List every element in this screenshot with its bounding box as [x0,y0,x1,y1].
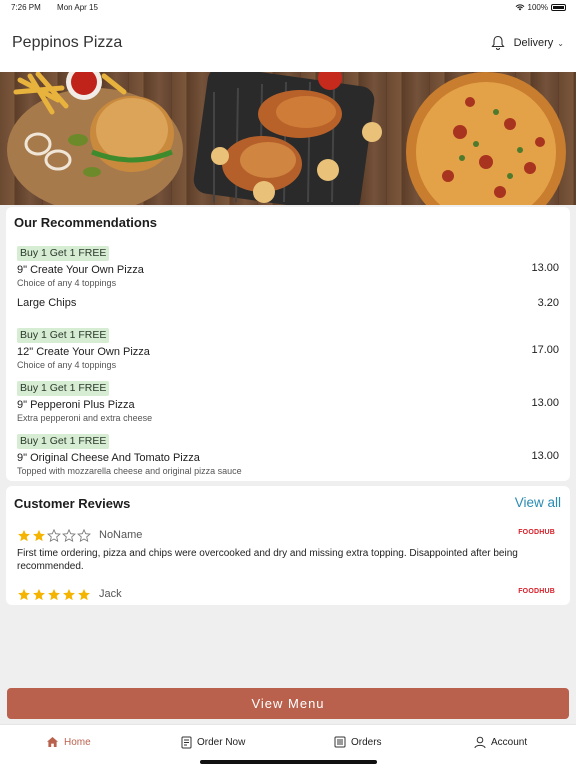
item-price: 3.20 [537,297,559,309]
item-name: 9" Create Your Own Pizza [17,264,144,276]
star-empty-icon [62,528,76,542]
bell-icon[interactable] [490,35,505,51]
review-header: Jack [17,586,559,602]
home-icon [47,737,58,747]
item-description: Choice of any 4 toppings [17,278,117,288]
star-filled-icon [18,529,30,541]
chevron-down-icon: ⌄ [557,38,564,48]
star-rating [17,528,91,542]
item-description: Extra pepperoni and extra cheese [17,413,153,423]
star-empty-icon [77,528,91,542]
item-price: 13.00 [531,262,559,274]
recommendation-item[interactable]: Buy 1 Get 1 FREE 9" Original Cheese And … [17,431,559,477]
recommendations-card: Our Recommendations Buy 1 Get 1 FREE 9" … [6,207,570,481]
delivery-label: Delivery [513,37,554,49]
customer-reviews-card: Customer Reviews View all NoName FOODHUB… [6,486,570,605]
item-name: 9" Original Cheese And Tomato Pizza [17,452,200,464]
food-banner-image [7,72,566,205]
item-price: 13.00 [531,450,559,462]
view-menu-button[interactable]: View Menu [7,688,569,719]
restaurant-title: Peppinos Pizza [12,34,123,51]
star-filled-icon [48,588,60,600]
review-item: NoName FOODHUB First time ordering, pizz… [17,527,559,573]
offer-badge: Buy 1 Get 1 FREE [17,328,110,343]
header-actions: Delivery ⌄ [490,35,564,51]
tab-label: Account [491,737,528,748]
recommendation-item[interactable]: Large Chips 3.20 [17,294,559,310]
star-filled-icon [33,529,45,541]
item-price: 13.00 [531,397,559,409]
star-filled-icon [18,588,30,600]
tab-orders[interactable]: Orders [334,736,382,748]
star-rating [17,588,91,601]
item-name: 9" Pepperoni Plus Pizza [17,399,135,411]
battery-icon [551,3,566,11]
view-all-reviews-link[interactable]: View all [515,495,561,510]
account-icon [474,736,486,749]
tab-label: Orders [351,736,382,748]
item-price: 17.00 [531,344,559,356]
status-bar: 7:26 PM Mon Apr 15 100% [0,0,576,14]
tab-order-now[interactable]: Order Now [181,736,245,749]
review-header: NoName [17,527,559,543]
offer-badge: Buy 1 Get 1 FREE [17,434,110,449]
status-date: Mon Apr 15 [57,2,98,12]
reviewer-name: NoName [99,529,143,541]
recommendation-item[interactable]: Buy 1 Get 1 FREE 12" Create Your Own Piz… [17,325,559,371]
reviewer-name: Jack [99,588,122,600]
battery-percent: 100% [527,2,548,12]
review-text: First time ordering, pizza and chips wer… [17,548,518,572]
review-item: Jack FOODHUB [17,586,559,602]
offer-badge: Buy 1 Get 1 FREE [17,381,110,396]
item-name: 12" Create Your Own Pizza [17,346,150,358]
app-header: Peppinos Pizza Delivery ⌄ [0,14,576,72]
status-right: 100% [515,3,566,12]
tab-home[interactable]: Home [46,736,91,748]
star-filled-icon [78,588,90,600]
item-description: Topped with mozzarella cheese and origin… [17,466,242,476]
orders-list-icon [334,736,346,748]
delivery-mode-select[interactable]: Delivery ⌄ [514,37,564,49]
order-icon [181,736,192,749]
star-empty-icon [47,528,61,542]
tab-account[interactable]: Account [474,736,527,749]
item-description: Choice of any 4 toppings [17,360,117,370]
recommendations-title: Our Recommendations [14,215,158,230]
hero-banner [0,72,576,205]
recommendation-item[interactable]: Buy 1 Get 1 FREE 9" Create Your Own Pizz… [17,243,559,289]
recommendation-item[interactable]: Buy 1 Get 1 FREE 9" Pepperoni Plus Pizza… [17,378,559,424]
item-name: Large Chips [17,297,77,309]
status-left: 7:26 PM Mon Apr 15 [11,3,112,12]
status-time: 7:26 PM [11,2,41,12]
star-filled-icon [63,588,75,600]
foodhub-logo: FOODHUB [518,529,555,536]
foodhub-logo: FOODHUB [518,588,555,595]
offer-badge: Buy 1 Get 1 FREE [17,246,110,261]
tab-label: Order Now [197,737,246,748]
tab-label: Home [64,736,91,748]
star-filled-icon [33,588,45,600]
wifi-icon [515,4,524,11]
reviews-title: Customer Reviews [14,496,131,511]
home-indicator [200,760,377,764]
